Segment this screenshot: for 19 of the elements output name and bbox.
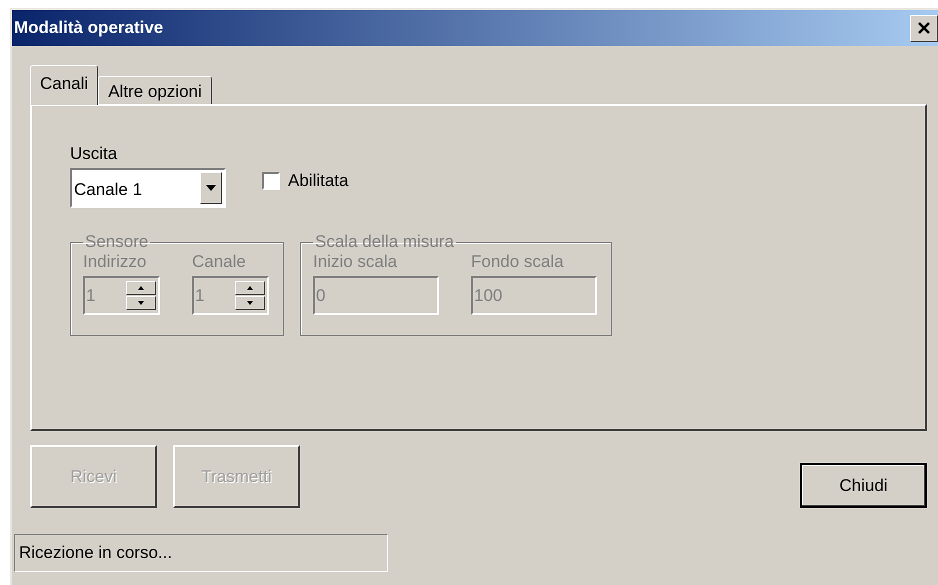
enabled-checkbox[interactable] xyxy=(262,172,280,190)
spin-arrows-icon xyxy=(235,281,265,310)
status-bar: Ricezione in corso... xyxy=(14,534,388,572)
checkbox-label: Abilitata xyxy=(288,171,348,191)
tab[interactable]: Canali xyxy=(30,65,98,105)
output-label: Uscita xyxy=(70,144,118,164)
group-title: Sensore xyxy=(84,232,150,252)
window-title: Modalità operative xyxy=(14,18,164,38)
group-title: Scala della misura xyxy=(314,232,455,252)
tab[interactable]: Altre opzioni xyxy=(98,76,212,104)
field-label: Fondo scala xyxy=(471,252,565,272)
close-icon xyxy=(916,20,932,36)
field-label: Inizio scala xyxy=(313,252,398,272)
dialog-button[interactable]: Chiudi xyxy=(800,463,927,508)
output-dropdown[interactable]: Canale 1 xyxy=(70,168,226,208)
field-label: Indirizzo xyxy=(83,252,148,272)
close-button[interactable] xyxy=(910,14,938,42)
spin-arrows-icon xyxy=(126,281,156,310)
field-label: Canale xyxy=(192,252,247,272)
